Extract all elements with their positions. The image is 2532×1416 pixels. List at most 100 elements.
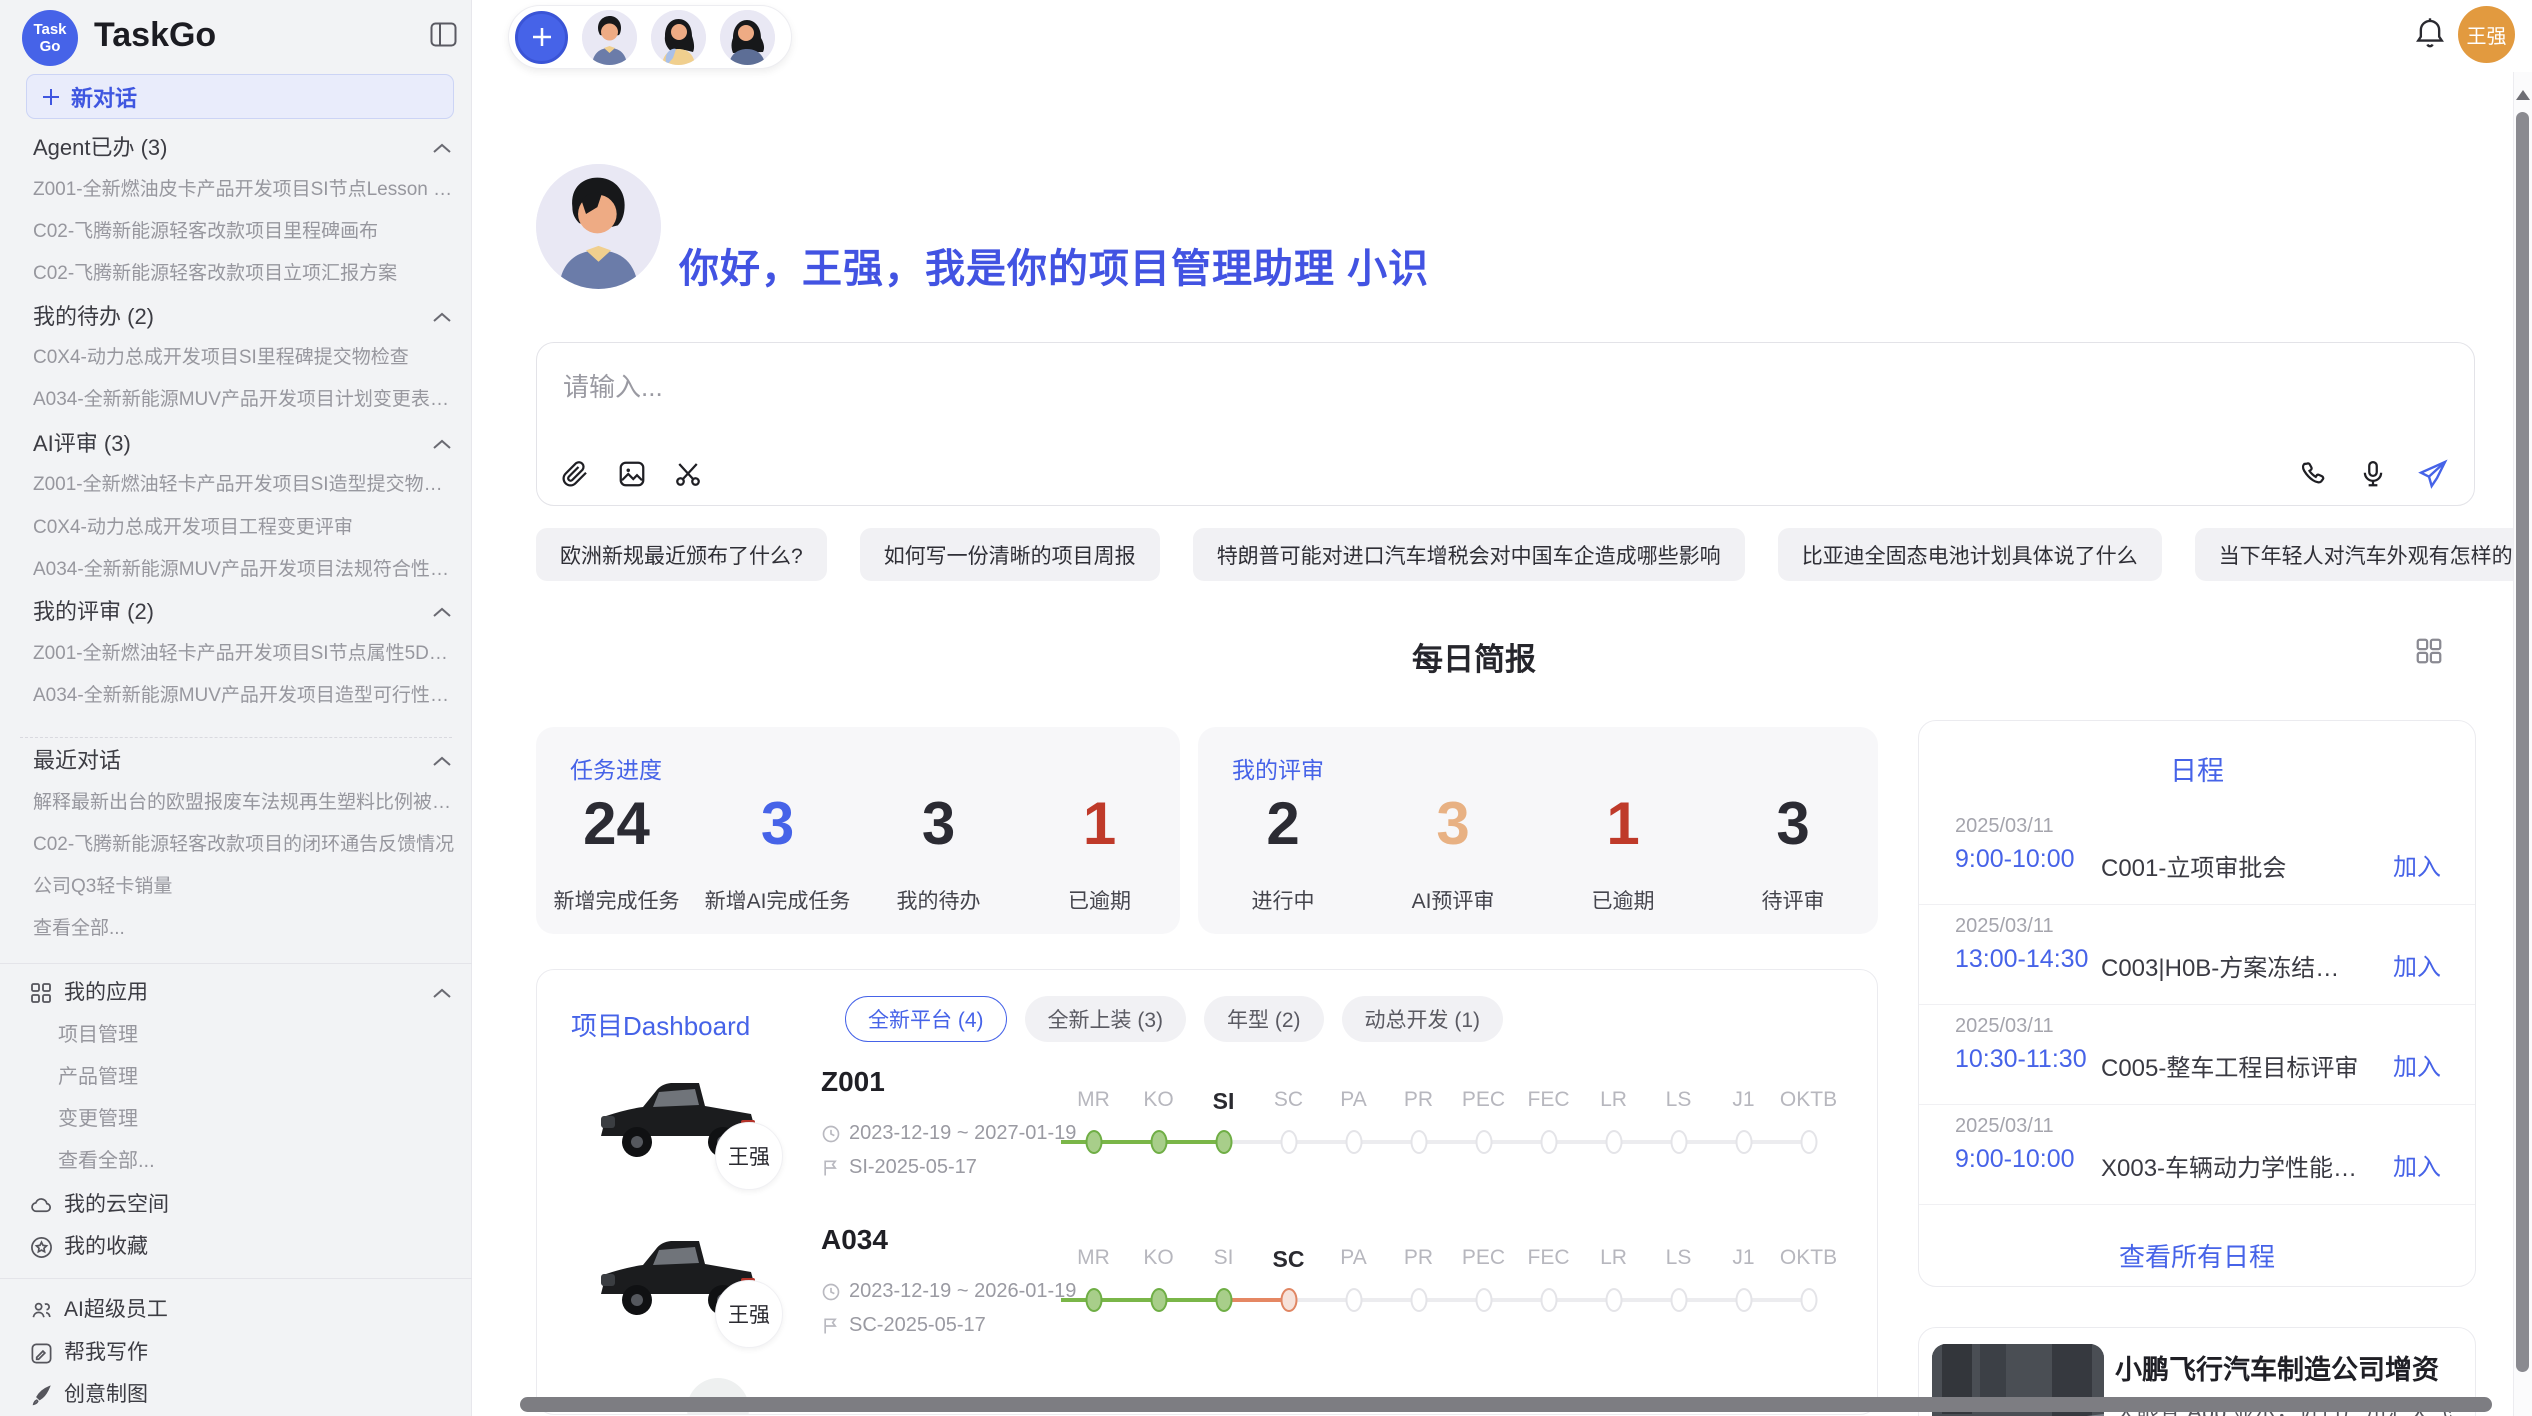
chevron-up-icon[interactable] (432, 127, 454, 169)
cloud-icon (30, 1184, 54, 1226)
schedule-title: 日程 (1919, 749, 2475, 788)
app-item-product-mgmt[interactable]: 产品管理 (58, 1056, 438, 1098)
stat-label: 已逾期 (1538, 885, 1708, 915)
app-title: TaskGo (94, 16, 216, 55)
schedule-event: 2025/03/11 10:30-11:30 C005-整车工程目标评审 加入 (1919, 1005, 2475, 1105)
section-agent-done[interactable]: Agent已办 (3) (33, 127, 413, 169)
send-icon[interactable] (2416, 457, 2450, 491)
image-icon[interactable] (615, 457, 649, 491)
chat-item[interactable]: C0X4-动力总成开发项目SI里程碑提交物检查 (33, 337, 459, 379)
suggestion-chip[interactable]: 特朗普可能对进口汽车增税会对中国车企造成哪些影响 (1193, 528, 1745, 581)
chat-item[interactable]: C02-飞腾新能源轻客改款项目里程碑画布 (33, 211, 459, 253)
chat-item[interactable]: C02-飞腾新能源轻客改款项目的闭环通告反馈情况 (33, 824, 459, 866)
project-dashboard-card: 项目Dashboard 全新平台 (4) 全新上装 (3) 年型 (2) 动总开… (536, 969, 1878, 1415)
card-title: 任务进度 (570, 751, 662, 785)
stat-value: 2 (1198, 789, 1368, 859)
milestone-dot (1410, 1288, 1427, 1312)
stat-value: 1 (1019, 789, 1180, 859)
section-my-review[interactable]: 我的评审 (2) (33, 591, 413, 633)
tab-year-model[interactable]: 年型 (2) (1204, 996, 1324, 1042)
app-item-project-mgmt[interactable]: 项目管理 (58, 1014, 438, 1056)
suggestion-chip[interactable]: 比亚迪全固态电池计划具体说了什么 (1778, 528, 2162, 581)
join-button[interactable]: 加入 (2393, 1147, 2441, 1182)
notification-bell-icon[interactable] (2414, 17, 2448, 53)
chat-item[interactable]: C0X4-动力总成开发项目工程变更评审 (33, 507, 459, 549)
join-button[interactable]: 加入 (2393, 847, 2441, 882)
milestone-dot (1670, 1130, 1687, 1154)
apps-view-all[interactable]: 查看全部... (58, 1140, 438, 1182)
suggestion-chip[interactable]: 如何写一份清晰的项目周报 (860, 528, 1160, 581)
milestone-dot (1475, 1288, 1492, 1312)
join-button[interactable]: 加入 (2393, 1047, 2441, 1082)
attachment-icon[interactable] (559, 457, 593, 491)
chat-input[interactable] (537, 343, 2474, 447)
phone-icon[interactable] (2296, 457, 2330, 491)
microphone-icon[interactable] (2356, 457, 2390, 491)
chevron-up-icon[interactable] (432, 740, 454, 782)
view-all-schedule-link[interactable]: 查看所有日程 (1919, 1237, 2475, 1274)
tab-powertrain[interactable]: 动总开发 (1) (1342, 996, 1504, 1042)
chat-item[interactable]: A034-全新新能源MUV产品开发项目造型可行性评审 (33, 675, 459, 717)
chevron-up-icon[interactable] (432, 296, 454, 338)
chevron-up-icon[interactable] (432, 591, 454, 633)
milestone-label: LS (1646, 1088, 1711, 1115)
chat-item[interactable]: Z001-全新燃油皮卡产品开发项目SI节点Lesson Learn报告 (33, 169, 459, 211)
chat-item[interactable]: 公司Q3轻卡销量 (33, 866, 459, 908)
vertical-scrollbar-thumb[interactable] (2516, 112, 2529, 1372)
horizontal-scrollbar-thumb[interactable] (520, 1397, 2492, 1412)
chat-item[interactable]: A034-全新新能源MUV产品开发项目计划变更表编写 (33, 379, 459, 421)
brush-icon (30, 1374, 54, 1416)
stat-label: AI预评审 (1368, 885, 1538, 915)
milestone-dot (1410, 1130, 1427, 1154)
sidebar-collapse-icon[interactable] (430, 22, 457, 47)
chat-item[interactable]: Z001-全新燃油轻卡产品开发项目SI节点属性5D文件评审 (33, 633, 459, 675)
chevron-up-icon[interactable] (432, 423, 454, 465)
sidebar-item-creative-draw[interactable]: 创意制图 (64, 1374, 424, 1416)
suggestion-chip[interactable]: 当下年轻人对汽车外观有怎样的喜好趋势 (2195, 528, 2532, 581)
milestone-dot (1605, 1288, 1622, 1312)
sidebar-item-favorites[interactable]: 我的收藏 (64, 1226, 424, 1268)
sidebar-item-help-write[interactable]: 帮我写作 (64, 1332, 424, 1374)
sidebar-item-ai-super-staff[interactable]: AI超级员工 (64, 1289, 424, 1331)
sidebar-item-my-apps[interactable]: 我的应用 (64, 972, 424, 1014)
main-area: 王强 你好，王强，我是你的项目管理助理 小识 (472, 0, 2532, 1416)
logo-line2: Go (40, 38, 61, 55)
schedule-events: 2025/03/11 9:00-10:00 C001-立项审批会 加入 2025… (1919, 805, 2475, 1205)
stat: 3 我的待办 (858, 789, 1019, 915)
tab-new-platform[interactable]: 全新平台 (4) (845, 996, 1007, 1042)
milestone-label: J1 (1711, 1088, 1776, 1115)
section-recent-chats[interactable]: 最近对话 (33, 740, 413, 782)
avatar[interactable] (720, 10, 775, 65)
chevron-up-icon[interactable] (432, 972, 454, 1014)
suggestion-chip[interactable]: 欧洲新规最近颁布了什么? (536, 528, 827, 581)
stat-value: 3 (1708, 789, 1878, 859)
avatar[interactable] (582, 10, 637, 65)
section-my-todo[interactable]: 我的待办 (2) (33, 296, 413, 338)
milestone-label: MR (1061, 1246, 1126, 1273)
divider (20, 737, 452, 738)
schedule-card: 日程 2025/03/11 9:00-10:00 C001-立项审批会 加入 2… (1918, 720, 2476, 1287)
chat-item[interactable]: A034-全新新能源MUV产品开发项目法规符合性评审 (33, 549, 459, 591)
schedule-event: 2025/03/11 9:00-10:00 X003-车辆动力学性能验... 加… (1919, 1105, 2475, 1205)
section-ai-review[interactable]: AI评审 (3) (33, 423, 413, 465)
chat-item[interactable]: C02-飞腾新能源轻客改款项目立项汇报方案 (33, 253, 459, 295)
recent-view-all[interactable]: 查看全部... (33, 908, 459, 950)
layout-grid-icon[interactable] (2414, 636, 2444, 666)
user-avatar[interactable]: 王强 (2458, 6, 2515, 63)
project-name: A034 (821, 1224, 888, 1256)
join-button[interactable]: 加入 (2393, 947, 2441, 982)
divider (0, 963, 472, 964)
tab-new-top[interactable]: 全新上装 (3) (1025, 996, 1187, 1042)
stat-label: 我的待办 (858, 885, 1019, 915)
stats-row: 2 进行中 3 AI预评审 1 已逾期 3 待评审 (1198, 789, 1878, 915)
sidebar-item-cloud-space[interactable]: 我的云空间 (64, 1184, 424, 1226)
app-item-change-mgmt[interactable]: 变更管理 (58, 1098, 438, 1140)
chat-item[interactable]: Z001-全新燃油轻卡产品开发项目SI造型提交物评审 (33, 464, 459, 506)
scroll-up-arrow[interactable] (2516, 90, 2530, 100)
scissors-icon[interactable] (671, 457, 705, 491)
assistant-avatar (536, 164, 661, 289)
chat-item[interactable]: 解释最新出台的欧盟报废车法规再生塑料比例被调至15%... (33, 782, 459, 824)
add-agent-button[interactable] (515, 11, 568, 64)
new-chat-button[interactable]: 新对话 (26, 74, 454, 119)
avatar[interactable] (651, 10, 706, 65)
